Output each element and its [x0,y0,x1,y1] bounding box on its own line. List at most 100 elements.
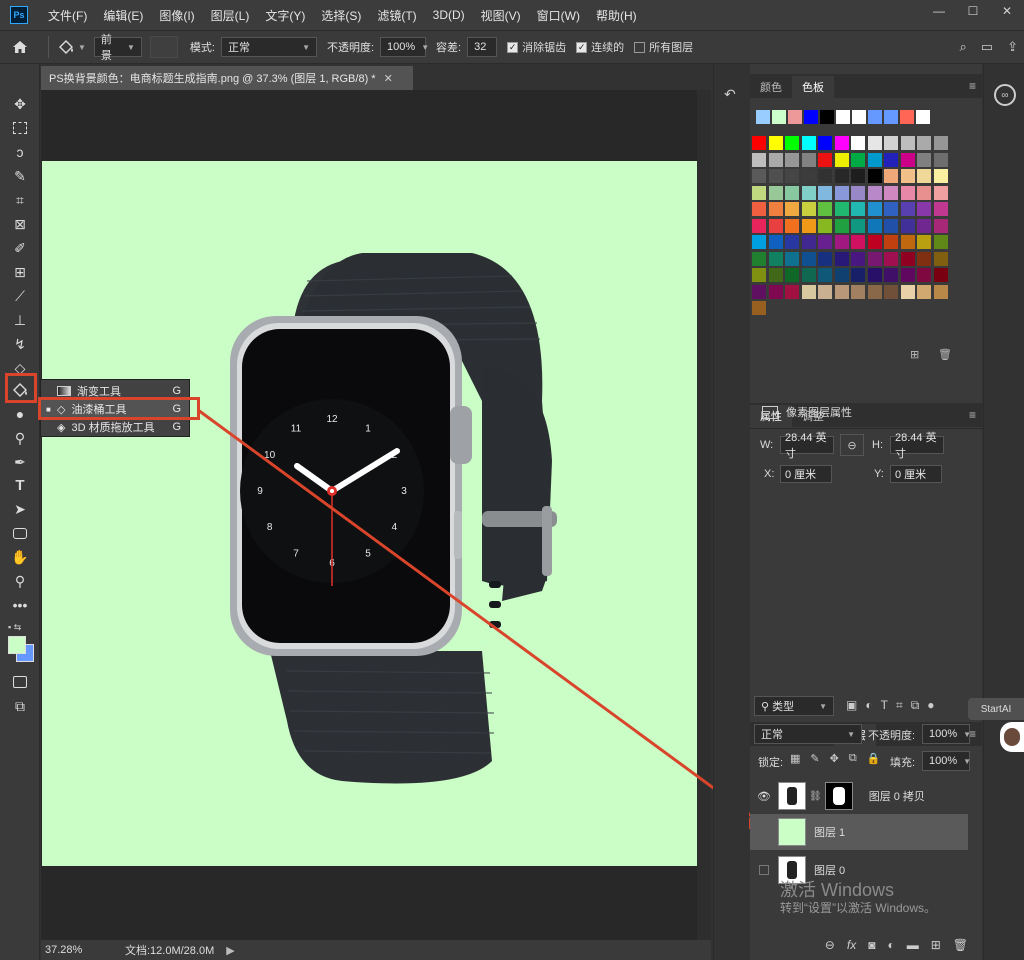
shape-tool-icon[interactable] [8,523,32,543]
contiguous-checkbox[interactable]: ✓ 连续的 [576,39,624,55]
swatch[interactable] [818,169,832,183]
swatch[interactable] [884,136,898,150]
close-icon[interactable]: ✕ [990,0,1024,22]
recent-swatch[interactable] [820,110,834,124]
swatch[interactable] [752,284,766,299]
swatch[interactable] [917,169,931,183]
home-icon[interactable] [0,40,40,54]
height-field[interactable]: 28.44 英寸 [890,432,944,460]
swatch[interactable] [834,152,849,167]
quick-select-tool-icon[interactable]: ✎ [8,166,32,186]
swatch[interactable] [801,202,816,216]
swatch[interactable] [867,185,882,200]
x-field[interactable]: 0 厘米 [780,465,832,483]
swatch[interactable] [917,268,931,282]
fx-icon[interactable]: fx [847,938,856,952]
antialias-checkbox[interactable]: ✓ 消除锯齿 [507,39,566,55]
mode-select[interactable]: 正常 ▼ [220,37,317,57]
recent-swatch[interactable] [836,110,850,124]
blend-mode-select[interactable]: 正常 ▼ [754,724,862,744]
layer-filter-select[interactable]: ⚲ 类型 ▼ [754,696,834,716]
canvas[interactable]: 121234567891011 [42,161,697,866]
swatch[interactable] [834,202,849,216]
swatch[interactable] [900,284,915,299]
swatch[interactable] [834,284,849,299]
lock-pixels-icon[interactable]: ✎ [810,752,819,765]
workspace-icon[interactable]: ▭ [981,39,993,55]
swatch[interactable] [867,136,882,150]
filter-shape-icon[interactable]: ⌗ [896,698,903,713]
vertical-scrollbar[interactable] [697,90,711,940]
pattern-picker[interactable] [149,36,178,58]
layer-row[interactable]: 👁 ⛓ 图层 0 拷贝 [750,778,968,814]
swatch[interactable] [801,235,816,249]
swap-colors-icon[interactable]: ▪ ⇆ [8,622,32,634]
recent-swatch[interactable] [884,110,898,124]
layer-row-selected[interactable]: 图层 1 [750,814,968,850]
menu-window[interactable]: 窗口(W) [529,7,588,24]
swatch[interactable] [933,169,948,183]
swatch[interactable] [884,251,898,266]
swatch[interactable] [867,284,882,299]
swatch[interactable] [801,268,816,282]
swatch[interactable] [785,152,799,167]
swatch[interactable] [801,169,816,183]
new-group-icon[interactable]: ▬ [907,938,919,952]
swatch[interactable] [851,136,865,150]
swatch[interactable] [884,284,898,299]
fill-source-select[interactable]: 前景 ▼ [93,34,142,62]
swatch[interactable] [768,218,783,233]
crop-tool-icon[interactable]: ⌗ [8,190,32,210]
quick-mask-icon[interactable] [8,672,32,692]
eye-icon[interactable]: 👁 [750,790,778,803]
lock-position-icon[interactable]: ✥ [830,752,839,765]
swatch[interactable] [801,185,816,200]
filter-toggle-icon[interactable]: ● [927,698,934,713]
swatch[interactable] [768,268,783,282]
swatch[interactable] [752,202,766,216]
swatch[interactable] [818,284,832,299]
menu-file[interactable]: 文件(F) [40,7,95,24]
foreground-color-swatch[interactable] [8,636,26,654]
swatch[interactable] [917,185,931,200]
swatch[interactable] [785,185,799,200]
swatch[interactable] [818,136,832,150]
maximize-icon[interactable]: ☐ [956,0,990,22]
swatch[interactable] [834,268,849,282]
filter-type-icon[interactable]: T [881,698,888,713]
menu-image[interactable]: 图像(I) [151,7,202,24]
recent-swatch[interactable] [900,110,914,124]
swatch[interactable] [785,169,799,183]
swatch[interactable] [851,202,865,216]
swatch[interactable] [933,136,948,150]
recent-swatch[interactable] [868,110,882,124]
swatch[interactable] [752,251,766,266]
all-layers-checkbox[interactable]: 所有图层 [634,39,693,55]
status-arrow-icon[interactable]: ▶ [226,944,234,957]
swatch[interactable] [834,136,849,150]
new-swatch-icon[interactable]: ⊞ [910,348,919,361]
avatar[interactable] [1000,722,1024,752]
screen-mode-icon[interactable]: ⧉ [8,696,32,716]
startai-button[interactable]: StartAI [968,698,1024,720]
delete-swatch-icon[interactable]: 🗑 [938,348,952,361]
swatch[interactable] [752,268,766,282]
swatch[interactable] [933,185,948,200]
swatch[interactable] [933,268,948,282]
creative-cloud-icon[interactable]: ∞ [994,84,1016,106]
menu-3d[interactable]: 3D(D) [425,8,473,22]
fill-field[interactable]: 100% ▼ [922,751,971,771]
recent-swatch[interactable] [916,110,930,124]
zoom-tool-icon[interactable]: ⚲ [8,571,32,591]
swatch[interactable] [768,152,783,167]
swatch[interactable] [884,152,898,167]
swatch[interactable] [867,218,882,233]
swatch[interactable] [785,235,799,249]
healing-brush-tool-icon[interactable]: ⊞ [8,262,32,282]
swatch[interactable] [851,185,865,200]
search-icon[interactable]: ⌕ [960,39,967,55]
swatch[interactable] [867,268,882,282]
clone-stamp-tool-icon[interactable]: ⊥ [8,310,32,330]
eyedropper-tool-icon[interactable]: ✐ [8,238,32,258]
swatch[interactable] [851,169,865,183]
